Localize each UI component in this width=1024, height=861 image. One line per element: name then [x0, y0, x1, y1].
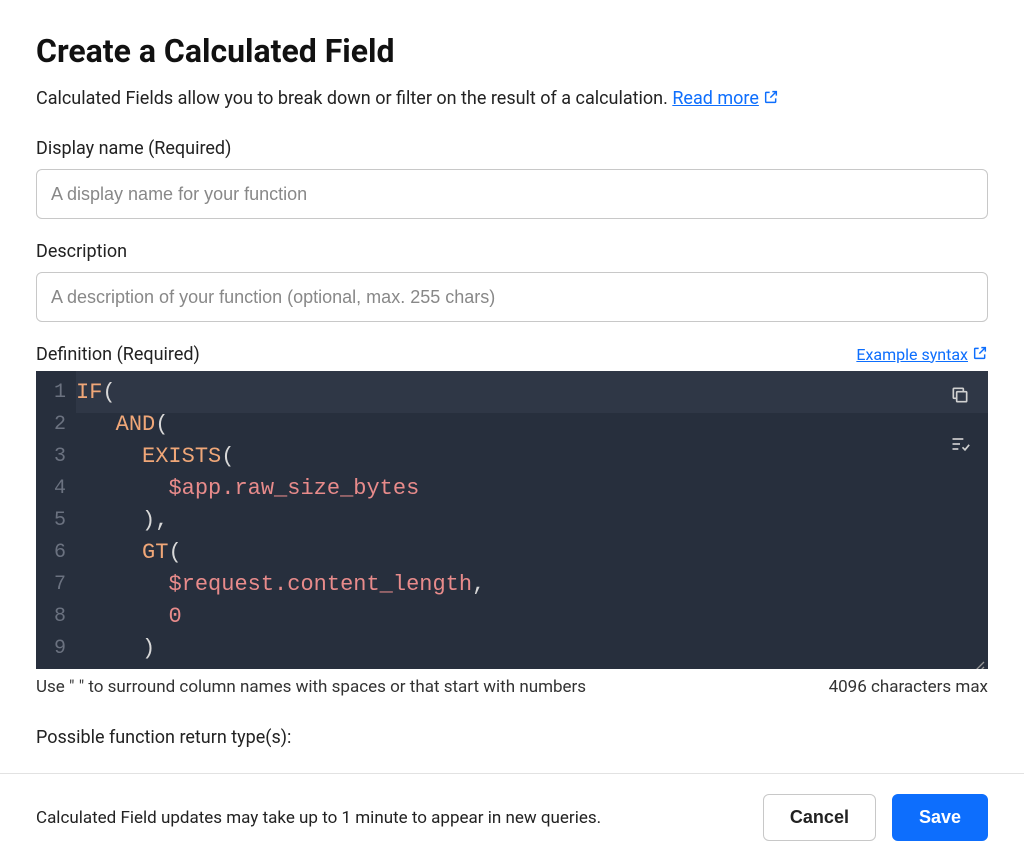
validate-icon[interactable]: [946, 430, 974, 461]
description-input[interactable]: [36, 272, 988, 322]
footer-note: Calculated Field updates may take up to …: [36, 808, 601, 828]
cancel-button[interactable]: Cancel: [763, 794, 876, 841]
save-button[interactable]: Save: [892, 794, 988, 841]
page-subtitle: Calculated Fields allow you to break dow…: [36, 88, 988, 110]
definition-hint-right: 4096 characters max: [829, 677, 988, 697]
resize-handle-icon[interactable]: [972, 653, 986, 667]
footer: Calculated Field updates may take up to …: [0, 773, 1024, 861]
description-label: Description: [36, 241, 988, 262]
code-gutter: 123456789: [36, 371, 76, 669]
external-link-icon: [972, 345, 988, 365]
definition-editor[interactable]: 123456789 IF( AND( EXISTS( $app.raw_size…: [36, 371, 988, 669]
external-link-icon: [763, 89, 779, 110]
copy-icon[interactable]: [946, 381, 974, 412]
display-name-input[interactable]: [36, 169, 988, 219]
code-body[interactable]: IF( AND( EXISTS( $app.raw_size_bytes ), …: [76, 371, 988, 669]
read-more-link[interactable]: Read more: [672, 88, 779, 109]
subtitle-text: Calculated Fields allow you to break dow…: [36, 88, 672, 109]
definition-label: Definition (Required): [36, 344, 200, 365]
example-syntax-link[interactable]: Example syntax: [856, 345, 988, 365]
return-types-label: Possible function return type(s):: [36, 727, 988, 748]
display-name-label: Display name (Required): [36, 138, 988, 159]
definition-hint-left: Use " " to surround column names with sp…: [36, 677, 586, 697]
page-title: Create a Calculated Field: [36, 32, 988, 70]
